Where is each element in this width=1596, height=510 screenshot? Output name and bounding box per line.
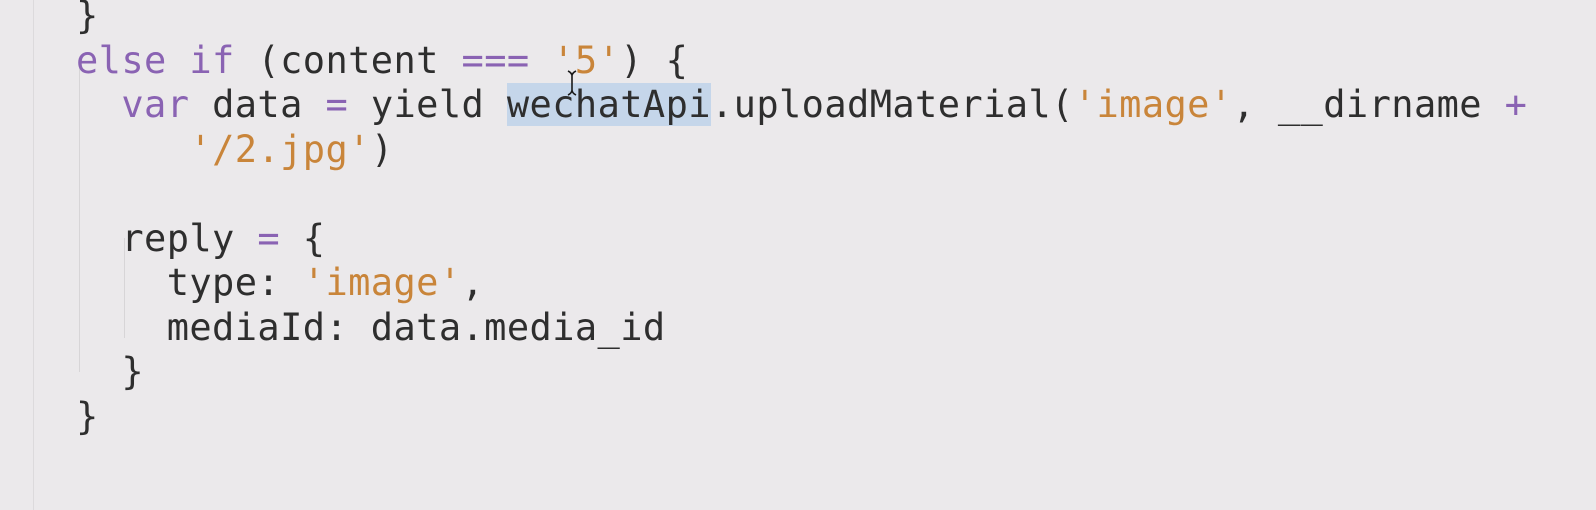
code-token: reply	[76, 216, 258, 260]
line-jpg: '/2.jpg')	[76, 128, 1527, 173]
line-else-if: else if (content === '5') {	[76, 39, 1527, 84]
code-editor[interactable]: } else if (content === '5') { var data = …	[0, 0, 1596, 510]
code-token: }	[76, 0, 99, 37]
line-blank	[76, 172, 1527, 217]
code-token: '/2.jpg'	[189, 127, 371, 171]
text-cursor-icon	[567, 70, 577, 96]
code-token: type:	[76, 261, 303, 304]
code-token: }	[76, 350, 145, 393]
code-token: ) {	[620, 38, 689, 82]
gutter-divider	[33, 0, 34, 510]
code-token: {	[280, 216, 326, 260]
code-token: .uploadMaterial(	[710, 83, 1074, 126]
line-top-brace: }	[76, 0, 1527, 39]
code-token: var	[121, 83, 190, 126]
code-token: ,	[461, 261, 485, 304]
code-token: data	[189, 83, 326, 126]
code-token: yield	[348, 83, 507, 126]
code-token: mediaId: data.media_id	[76, 305, 666, 349]
code-token: (content	[257, 38, 462, 82]
code-token: 'image'	[1073, 83, 1233, 126]
selected-identifier: wechatApi	[506, 83, 711, 126]
line-close-else: }	[76, 395, 1527, 440]
line-type: type: 'image',	[76, 261, 1527, 306]
code-area[interactable]: } else if (content === '5') { var data = …	[76, 0, 1527, 439]
line-mediaid: mediaId: data.media_id	[76, 306, 1527, 351]
code-token: =	[257, 216, 281, 260]
code-token: =	[325, 83, 349, 126]
code-token: 'image'	[302, 261, 462, 304]
code-token: '5'	[552, 38, 621, 82]
code-token: }	[76, 394, 99, 438]
line-close-reply: }	[76, 350, 1527, 395]
code-token: else if	[76, 38, 258, 82]
line-reply: reply = {	[76, 217, 1527, 262]
code-token: , __dirname	[1232, 83, 1505, 126]
code-token: ===	[461, 38, 530, 82]
code-token: )	[370, 127, 394, 171]
line-var-data: var data = yield wechatApi.uploadMateria…	[76, 83, 1527, 128]
code-token: +	[1504, 83, 1528, 126]
